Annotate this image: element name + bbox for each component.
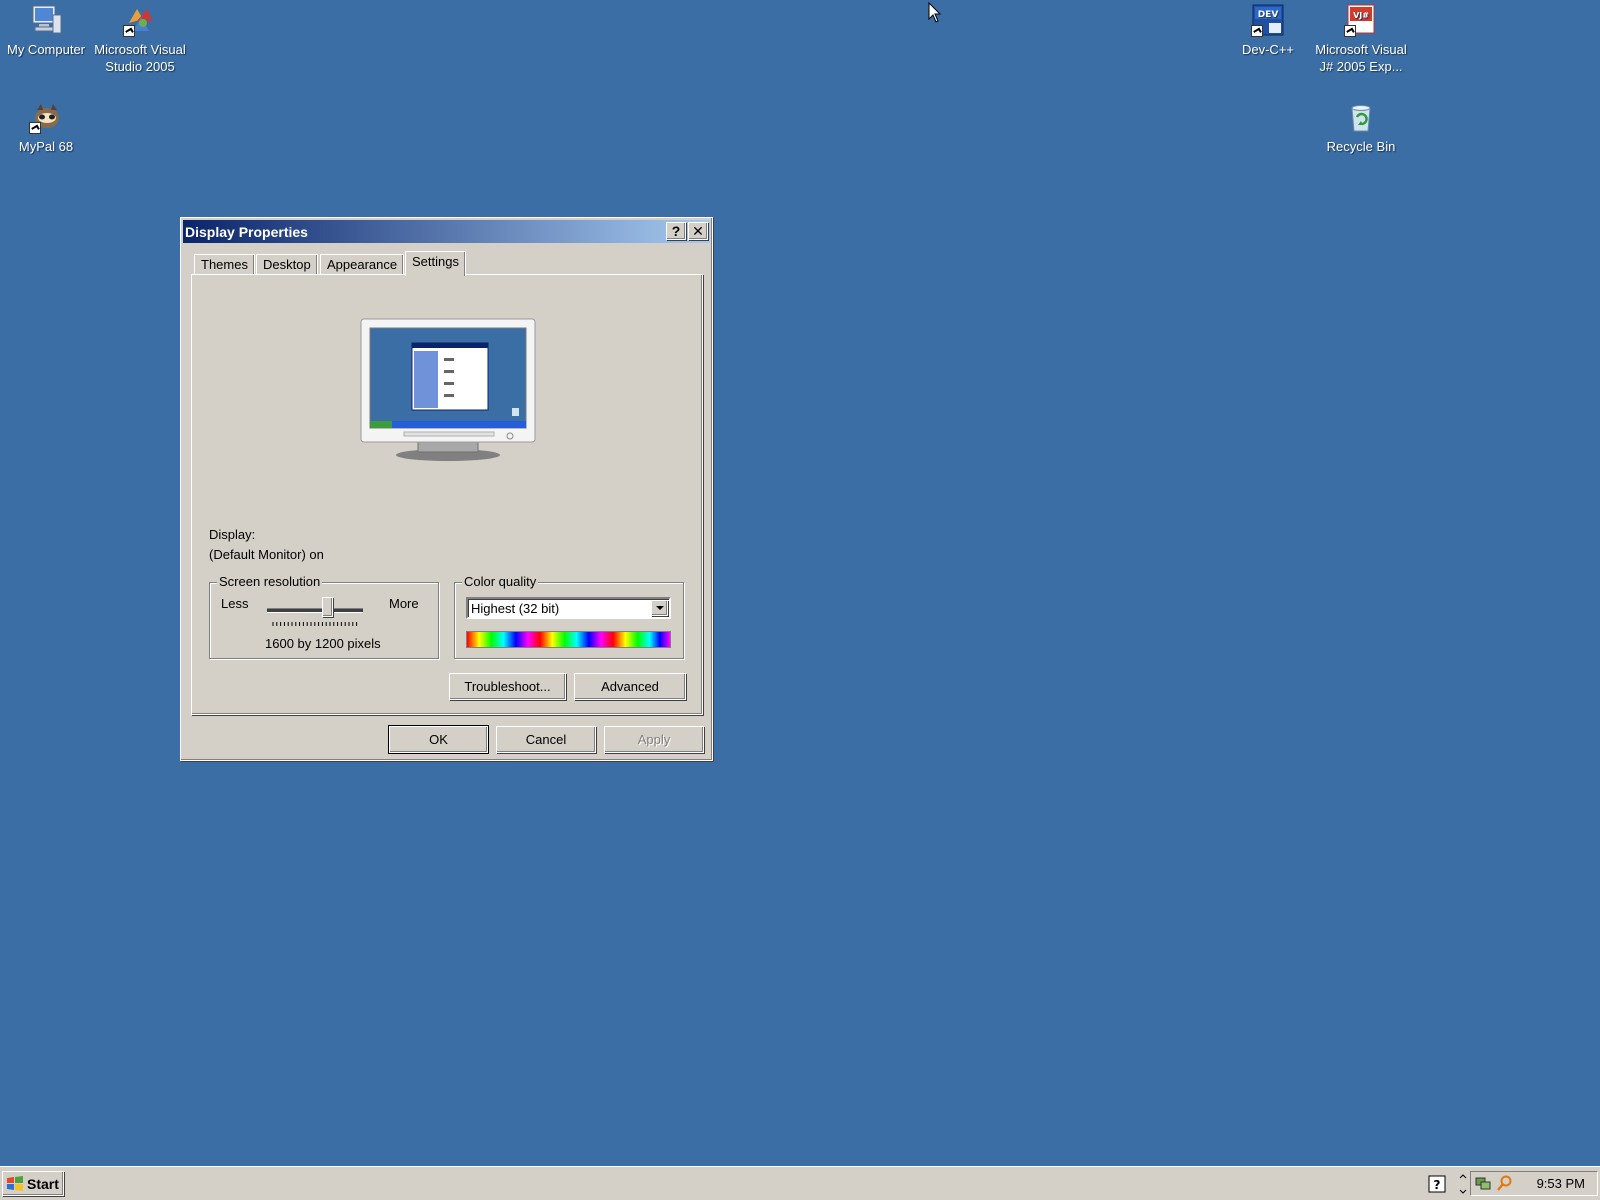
resolution-slider-track[interactable] (267, 608, 363, 613)
advanced-button[interactable]: Advanced (574, 673, 686, 700)
tray-expand-icon[interactable] (1458, 1174, 1468, 1194)
desktop-icon-recycle-bin[interactable]: Recycle Bin (1313, 100, 1409, 155)
recycle-bin-icon (1344, 100, 1378, 134)
help-button[interactable]: ? (666, 222, 686, 240)
desktop-icon-label: Microsoft Visual Studio 2005 (94, 42, 186, 74)
dropdown-arrow-icon[interactable] (651, 600, 668, 616)
desktop-icon-visual-studio[interactable]: Microsoft Visual Studio 2005 (92, 3, 188, 75)
clock: 9:53 PM (1536, 1176, 1585, 1191)
more-label: More (389, 596, 419, 611)
apply-button[interactable]: Apply (604, 726, 704, 753)
shortcut-arrow-icon (29, 122, 41, 134)
cancel-button[interactable]: Cancel (496, 726, 596, 753)
screen-resolution-group: Screen resolution Less More 1600 by 1200… (209, 574, 439, 659)
desktop-icon-devcpp[interactable]: DEV Dev-C++ (1220, 3, 1316, 58)
shortcut-arrow-icon (123, 25, 135, 37)
tab-themes[interactable]: Themes (194, 254, 255, 274)
troubleshoot-button[interactable]: Troubleshoot... (449, 673, 566, 700)
dialog-title: Display Properties (185, 223, 308, 240)
color-quality-select[interactable]: Highest (32 bit) (466, 597, 671, 619)
color-quality-value: Highest (32 bit) (471, 601, 560, 616)
shortcut-arrow-icon (1251, 25, 1263, 37)
tab-settings[interactable]: Settings (405, 251, 466, 276)
mypal-icon (29, 100, 63, 134)
slider-ticks (272, 622, 358, 626)
visual-jsharp-icon: VJ# (1344, 3, 1378, 37)
mouse-cursor-icon (928, 2, 942, 23)
display-label: Display: (209, 527, 256, 542)
desktop-icon-label: My Computer (6, 42, 86, 57)
desktop-icon-visual-jsharp[interactable]: VJ# Microsoft Visual J# 2005 Exp... (1313, 3, 1409, 75)
tab-appearance[interactable]: Appearance (320, 254, 405, 274)
close-button[interactable]: ✕ (688, 222, 708, 240)
close-icon: ✕ (692, 223, 704, 239)
svg-text:?: ? (1434, 1178, 1441, 1192)
desktop-icon-label: Dev-C++ (1241, 42, 1295, 57)
less-label: Less (221, 596, 249, 611)
ok-button[interactable]: OK (388, 725, 489, 754)
tab-desktop[interactable]: Desktop (256, 254, 318, 274)
taskbar: Start ? 9:53 PM (0, 1166, 1600, 1200)
svg-text:VJ#: VJ# (1353, 11, 1369, 20)
devcpp-icon: DEV (1251, 3, 1285, 37)
windows-logo-icon (7, 1175, 23, 1191)
desktop-icon-label: Recycle Bin (1326, 139, 1396, 154)
monitor-preview-icon (360, 318, 536, 461)
color-quality-legend: Color quality (462, 574, 539, 589)
screen-resolution-legend: Screen resolution (217, 574, 323, 589)
color-quality-group: Color quality Highest (32 bit) (454, 574, 684, 659)
settings-tab-panel: Display: (Default Monitor) on Screen res… (191, 274, 703, 715)
network-tray-icon[interactable] (1475, 1175, 1491, 1191)
start-button[interactable]: Start (2, 1171, 64, 1196)
display-properties-dialog: Display Properties ? ✕ Themes Desktop Ap… (180, 217, 713, 761)
shortcut-arrow-icon (1344, 25, 1356, 37)
desktop-icon-label: MyPal 68 (18, 139, 74, 154)
desktop: My Computer Microsoft Visual Studio 2005 (0, 0, 1600, 1166)
desktop-icon-mypal[interactable]: MyPal 68 (0, 100, 94, 155)
desktop-icon-my-computer[interactable]: My Computer (0, 3, 94, 58)
resolution-slider-thumb[interactable] (322, 597, 334, 617)
my-computer-icon (29, 3, 63, 37)
dialog-titlebar[interactable]: Display Properties ? ✕ (183, 220, 710, 243)
display-value: (Default Monitor) on (209, 547, 324, 562)
desktop-icon-label: Microsoft Visual J# 2005 Exp... (1315, 42, 1407, 74)
help-tray-icon[interactable]: ? (1428, 1175, 1446, 1193)
start-label: Start (27, 1175, 59, 1192)
visual-studio-icon (123, 3, 157, 37)
search-tray-icon[interactable] (1497, 1175, 1513, 1191)
svg-text:DEV: DEV (1258, 10, 1279, 20)
system-tray: 9:53 PM (1470, 1171, 1598, 1196)
color-spectrum-bar (466, 631, 671, 648)
resolution-value: 1600 by 1200 pixels (265, 636, 381, 651)
